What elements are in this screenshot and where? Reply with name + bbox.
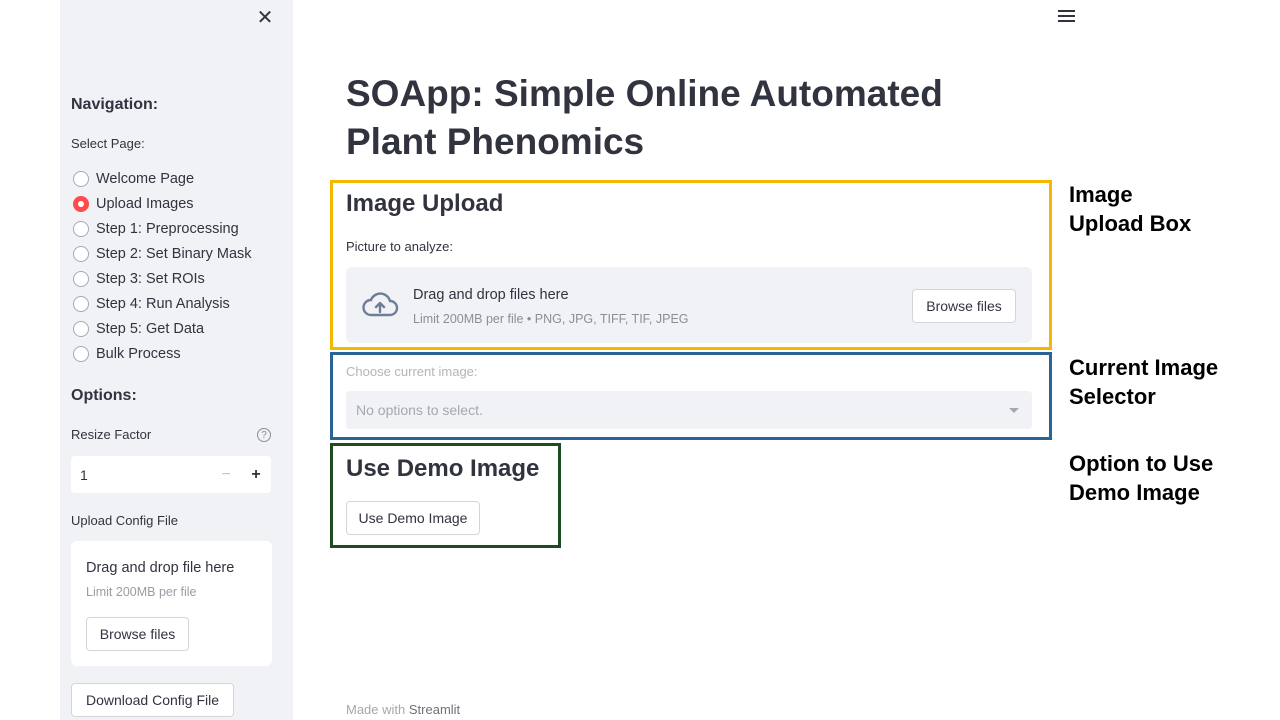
page-title: SOApp: Simple Online Automated Plant Phe… [346, 73, 943, 162]
upload-config-label: Upload Config File [71, 513, 178, 528]
increment-button[interactable]: + [241, 456, 271, 493]
radio-button-icon [73, 295, 89, 312]
select-page-label: Select Page: [71, 136, 145, 151]
current-image-selector-annotation: Current Image Selector [1069, 353, 1218, 411]
radio-step2-binary-mask[interactable]: Step 2: Set Binary Mask [73, 241, 252, 266]
decrement-button[interactable]: − [211, 456, 241, 493]
resize-factor-value[interactable]: 1 [71, 467, 211, 483]
resize-factor-label: Resize Factor [71, 427, 152, 442]
annotation-line: Upload Box [1069, 211, 1192, 236]
hamburger-menu-icon[interactable] [1058, 10, 1075, 24]
footer: Made with Streamlit [346, 702, 460, 717]
radio-label: Bulk Process [96, 345, 181, 362]
radio-label: Step 1: Preprocessing [96, 220, 239, 237]
navigation-heading: Navigation: [71, 96, 159, 113]
radio-step4-run-analysis[interactable]: Step 4: Run Analysis [73, 291, 252, 316]
image-upload-box-annotation: Image Upload Box [1069, 180, 1191, 238]
config-limit-text: Limit 200MB per file [86, 585, 197, 599]
config-drag-text: Drag and drop file here [86, 560, 235, 576]
footer-prefix: Made with [346, 702, 409, 717]
help-icon[interactable]: ? [257, 428, 271, 442]
radio-step3-rois[interactable]: Step 3: Set ROIs [73, 266, 252, 291]
radio-label: Step 5: Get Data [96, 320, 205, 337]
config-browse-files-button[interactable]: Browse files [86, 617, 189, 651]
radio-label: Step 4: Run Analysis [96, 295, 230, 312]
radio-label: Welcome Page [96, 170, 195, 187]
radio-step5-get-data[interactable]: Step 5: Get Data [73, 316, 252, 341]
radio-button-checked-icon [73, 195, 89, 212]
radio-button-icon [73, 270, 89, 287]
resize-factor-input[interactable]: 1 − + [71, 456, 271, 493]
radio-button-icon [73, 220, 89, 237]
radio-bulk-process[interactable]: Bulk Process [73, 341, 252, 366]
close-icon[interactable]: ✕ [254, 6, 276, 29]
annotation-line: Demo Image [1069, 480, 1200, 505]
sidebar: ✕ Navigation: Select Page: Welcome Page … [60, 0, 293, 720]
image-upload-annotation-box [330, 180, 1052, 350]
radio-button-icon [73, 245, 89, 262]
radio-upload-images[interactable]: Upload Images [73, 191, 252, 216]
annotation-line: Selector [1069, 384, 1156, 409]
current-image-selector-annotation-box [330, 352, 1052, 440]
radio-step1-preprocessing[interactable]: Step 1: Preprocessing [73, 216, 252, 241]
radio-label: Step 3: Set ROIs [96, 270, 205, 287]
options-heading: Options: [71, 387, 137, 404]
page-radio-group: Welcome Page Upload Images Step 1: Prepr… [73, 166, 252, 366]
demo-image-option-annotation: Option to Use Demo Image [1069, 449, 1213, 507]
demo-image-annotation-box [330, 443, 561, 548]
download-config-button[interactable]: Download Config File [71, 683, 234, 717]
radio-label: Upload Images [96, 195, 194, 212]
radio-button-icon [73, 320, 89, 337]
radio-button-icon [73, 170, 89, 187]
radio-button-icon [73, 345, 89, 362]
annotation-line: Current Image [1069, 355, 1219, 380]
streamlit-link[interactable]: Streamlit [409, 702, 460, 717]
annotation-line: Image [1069, 182, 1133, 207]
config-file-dropzone[interactable]: Drag and drop file here Limit 200MB per … [71, 541, 272, 666]
annotation-line: Option to Use [1069, 451, 1214, 476]
radio-label: Step 2: Set Binary Mask [96, 245, 252, 262]
radio-welcome-page[interactable]: Welcome Page [73, 166, 252, 191]
